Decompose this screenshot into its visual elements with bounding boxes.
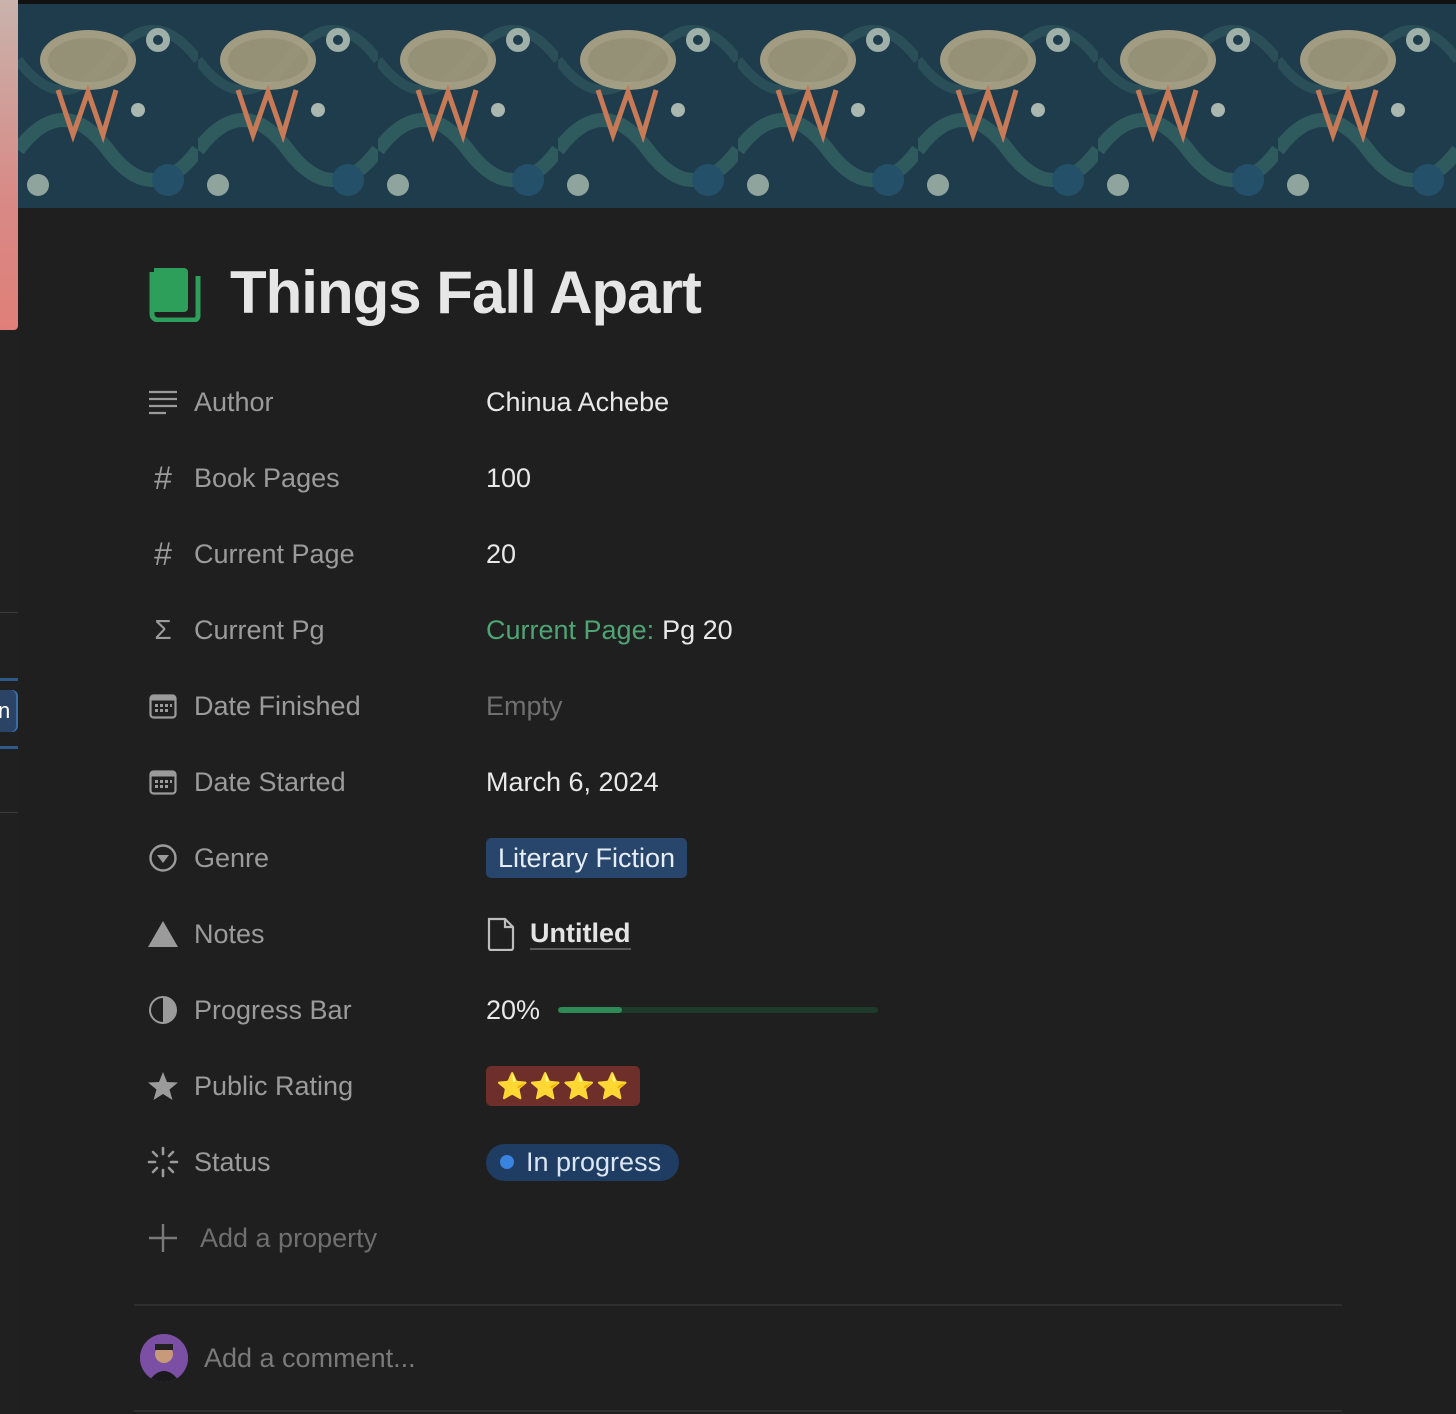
property-row-notes[interactable]: Notes Untitled <box>142 896 1242 972</box>
properties-list: Author Chinua Achebe # Book Pages 100 # … <box>142 364 1242 1276</box>
property-label: Genre <box>194 842 270 873</box>
hash-icon: # <box>154 535 172 572</box>
sidebar-divider <box>0 612 18 613</box>
public-rating-value[interactable]: ⭐⭐⭐⭐ <box>486 1066 640 1106</box>
document-icon <box>487 917 515 951</box>
page-title[interactable]: Things Fall Apart <box>230 258 702 328</box>
property-row-public-rating[interactable]: Public Rating ⭐⭐⭐⭐ <box>142 1048 1242 1124</box>
progress-fill <box>558 1007 623 1013</box>
sidebar-item-active[interactable]: n <box>0 690 18 732</box>
star-icon <box>146 1069 180 1103</box>
property-row-author[interactable]: Author Chinua Achebe <box>142 364 1242 440</box>
property-key[interactable]: Σ Current Pg <box>142 613 486 647</box>
date-finished-value[interactable]: Empty <box>486 691 563 722</box>
add-property-label: Add a property <box>200 1222 378 1253</box>
book-pages-value[interactable]: 100 <box>486 463 531 494</box>
property-row-genre[interactable]: Genre Literary Fiction <box>142 820 1242 896</box>
comments-divider <box>134 1304 1342 1306</box>
property-label: Progress Bar <box>194 994 352 1025</box>
relation-icon <box>146 917 180 951</box>
property-key[interactable]: Genre <box>142 841 486 875</box>
property-label: Current Pg <box>194 614 325 645</box>
property-label: Public Rating <box>194 1070 354 1101</box>
property-key[interactable]: # Current Page <box>142 535 486 572</box>
current-pg-value[interactable]: Current Page: Pg 20 <box>486 615 733 646</box>
property-key[interactable]: Date Finished <box>142 689 486 723</box>
property-label: Book Pages <box>194 462 340 493</box>
property-label: Status <box>194 1146 271 1177</box>
property-label: Notes <box>194 918 265 949</box>
genre-value[interactable]: Literary Fiction <box>486 838 688 878</box>
sidebar-item-label: n <box>0 698 11 723</box>
property-key[interactable]: # Book Pages <box>142 459 486 496</box>
property-key[interactable]: Status <box>142 1145 486 1179</box>
sidebar-divider <box>0 812 18 813</box>
sidebar-divider <box>0 746 18 749</box>
comment-composer <box>140 1334 804 1382</box>
current-page-value[interactable]: 20 <box>486 539 516 570</box>
status-value[interactable]: In progress <box>486 1143 680 1181</box>
property-key[interactable]: Progress Bar <box>142 993 486 1027</box>
formula-label: Current Page: <box>486 614 655 645</box>
sidebar-divider <box>0 678 18 681</box>
pie-icon <box>146 993 180 1027</box>
sigma-icon: Σ <box>154 614 172 645</box>
date-started-value[interactable]: March 6, 2024 <box>486 767 659 798</box>
property-row-progress-bar[interactable]: Progress Bar 20% <box>142 972 1242 1048</box>
property-row-book-pages[interactable]: # Book Pages 100 <box>142 440 1242 516</box>
property-label: Date Finished <box>194 690 361 721</box>
progress-percent: 20% <box>486 994 541 1025</box>
book-icon[interactable] <box>148 264 202 322</box>
property-label: Date Started <box>194 766 346 797</box>
rating-tag[interactable]: ⭐⭐⭐⭐ <box>486 1066 640 1106</box>
avatar <box>140 1334 188 1382</box>
hash-icon: # <box>154 459 172 496</box>
progress-track <box>558 1007 879 1013</box>
sidebar-cover-thumbnail <box>0 0 18 330</box>
rating-stars: ⭐⭐⭐⭐ <box>496 1070 630 1101</box>
property-key: Add a property <box>142 1221 486 1255</box>
calendar-icon <box>146 689 180 723</box>
sidebar-edge: n <box>0 0 18 1414</box>
comment-input[interactable] <box>204 1342 804 1374</box>
cover-pattern <box>18 0 1456 208</box>
comments-bottom-divider <box>134 1410 1342 1412</box>
add-property-button[interactable]: Add a property <box>142 1200 1242 1276</box>
property-row-date-finished[interactable]: Date Finished Empty <box>142 668 1242 744</box>
property-label: Author <box>194 386 274 417</box>
property-row-date-started[interactable]: Date Started March 6, 2024 <box>142 744 1242 820</box>
genre-tag[interactable]: Literary Fiction <box>486 838 688 878</box>
page-content: Things Fall Apart Author Chinua Achebe #… <box>18 208 1456 1414</box>
notes-page-link[interactable]: Untitled <box>486 917 631 951</box>
author-value[interactable]: Chinua Achebe <box>486 387 669 418</box>
property-key[interactable]: Date Started <box>142 765 486 799</box>
property-key[interactable]: Notes <box>142 917 486 951</box>
status-pill[interactable]: In progress <box>486 1143 680 1181</box>
plus-icon <box>146 1221 180 1255</box>
property-row-status[interactable]: Status In progress <box>142 1124 1242 1200</box>
formula-result: Pg 20 <box>662 614 733 645</box>
page-cover-image[interactable] <box>18 0 1456 208</box>
status-icon <box>146 1145 180 1179</box>
property-label: Current Page <box>194 538 355 569</box>
title-row: Things Fall Apart <box>148 258 702 328</box>
text-lines-icon <box>146 385 180 419</box>
property-row-current-page[interactable]: # Current Page 20 <box>142 516 1242 592</box>
property-row-current-pg[interactable]: Σ Current Pg Current Page: Pg 20 <box>142 592 1242 668</box>
linked-page-title[interactable]: Untitled <box>530 918 631 950</box>
calendar-icon <box>146 765 180 799</box>
select-icon <box>146 841 180 875</box>
status-dot <box>500 1155 514 1169</box>
progress-value[interactable]: 20% <box>486 994 879 1026</box>
property-key[interactable]: Public Rating <box>142 1069 486 1103</box>
status-label: In progress <box>526 1146 662 1177</box>
property-key[interactable]: Author <box>142 385 486 419</box>
